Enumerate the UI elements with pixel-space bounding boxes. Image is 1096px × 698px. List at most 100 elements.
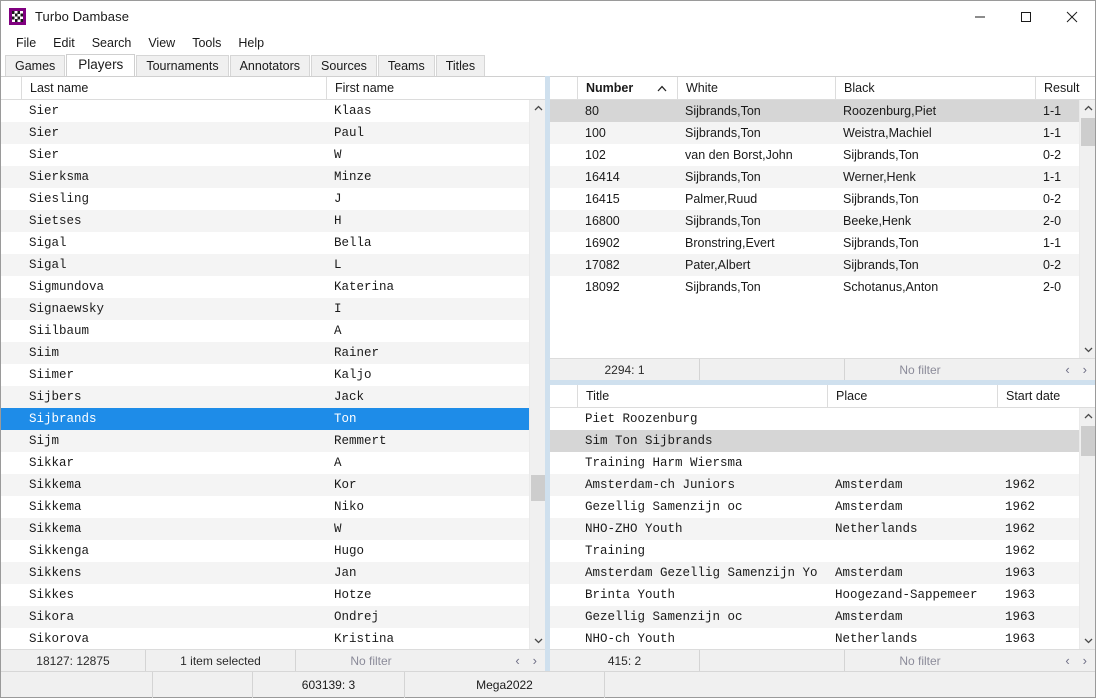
tab-sources[interactable]: Sources — [311, 55, 377, 76]
minimize-button[interactable] — [957, 1, 1003, 32]
column-header-blank[interactable] — [550, 77, 577, 100]
column-header-result[interactable]: Result — [1035, 77, 1095, 100]
table-row[interactable]: Sigal L — [1, 254, 545, 276]
table-row[interactable]: Sijbers Jack — [1, 386, 545, 408]
table-row[interactable]: Training 1962 — [550, 540, 1095, 562]
menu-item-view[interactable]: View — [140, 33, 184, 53]
table-row[interactable]: Sikkema Kor — [1, 474, 545, 496]
table-row[interactable]: Siim Rainer — [1, 342, 545, 364]
table-row[interactable]: 16800 Sijbrands,Ton Beeke,Henk 2-0 — [550, 210, 1095, 232]
players-scroll-thumb[interactable] — [531, 475, 545, 501]
table-row[interactable]: Sier W — [1, 144, 545, 166]
table-row[interactable]: Sijm Remmert — [1, 430, 545, 452]
close-button[interactable] — [1049, 1, 1095, 32]
games-prev-button[interactable]: ‹ — [1065, 362, 1069, 377]
cell-blank — [550, 166, 577, 188]
tab-players[interactable]: Players — [66, 54, 136, 76]
column-header-title[interactable]: Title — [577, 385, 827, 408]
menu-item-search[interactable]: Search — [84, 33, 141, 53]
table-row[interactable]: Sier Paul — [1, 122, 545, 144]
tab-teams[interactable]: Teams — [377, 55, 435, 76]
tab-tournaments[interactable]: Tournaments — [136, 55, 229, 76]
column-header-number[interactable]: Number — [577, 77, 677, 100]
table-row[interactable]: Amsterdam-ch Juniors Amsterdam 1962 — [550, 474, 1095, 496]
games-filter-status[interactable]: No filter — [845, 359, 995, 381]
table-row[interactable]: Sijbrands Ton — [1, 408, 545, 430]
menu-item-tools[interactable]: Tools — [184, 33, 230, 53]
table-row[interactable]: 102 van den Borst,John Sijbrands,Ton 0-2 — [550, 144, 1095, 166]
table-row[interactable]: Sigal Bella — [1, 232, 545, 254]
tournaments-prev-button[interactable]: ‹ — [1065, 653, 1069, 668]
cell-title: Gezellig Samenzijn oc — [585, 610, 743, 624]
table-row[interactable]: Brinta Youth Hoogezand-Sappemeer 1963 — [550, 584, 1095, 606]
table-row[interactable]: Sikkes Hotze — [1, 584, 545, 606]
tab-titles[interactable]: Titles — [435, 55, 486, 76]
table-row[interactable]: 18092 Sijbrands,Ton Schotanus,Anton 2-0 — [550, 276, 1095, 298]
tab-games[interactable]: Games — [5, 55, 66, 76]
column-header-first-name[interactable]: First name — [326, 77, 529, 100]
column-header-start-date[interactable]: Start date — [997, 385, 1085, 408]
table-row[interactable]: Sietses H — [1, 210, 545, 232]
table-row[interactable]: Sikkema W — [1, 518, 545, 540]
cell-blank — [1, 364, 21, 386]
table-row[interactable]: Sikkema Niko — [1, 496, 545, 518]
table-row[interactable]: Sikorova Kristina — [1, 628, 545, 649]
table-row[interactable]: Amsterdam Gezellig Samenzijn Yo Amsterdam… — [550, 562, 1095, 584]
cell-blank — [1, 342, 21, 364]
scroll-down-icon[interactable] — [1080, 342, 1095, 358]
column-header-blank[interactable] — [550, 385, 577, 408]
table-row[interactable]: 100 Sijbrands,Ton Weistra,Machiel 1-1 — [550, 122, 1095, 144]
tournaments-scroll-thumb[interactable] — [1081, 426, 1095, 456]
menu-item-help[interactable]: Help — [230, 33, 273, 53]
menu-item-file[interactable]: File — [8, 33, 45, 53]
table-row[interactable]: Sierksma Minze — [1, 166, 545, 188]
scroll-up-icon[interactable] — [1080, 408, 1095, 424]
table-row[interactable]: NHO-ZHO Youth Netherlands 1962 — [550, 518, 1095, 540]
tournaments-filter-status[interactable]: No filter — [845, 650, 995, 672]
scroll-down-icon[interactable] — [530, 633, 545, 649]
games-next-button[interactable]: › — [1083, 362, 1087, 377]
tournaments-next-button[interactable]: › — [1083, 653, 1087, 668]
players-vertical-scrollbar[interactable] — [529, 100, 545, 649]
players-next-button[interactable]: › — [533, 653, 537, 668]
table-row[interactable]: 80 Sijbrands,Ton Roozenburg,Piet 1-1 — [550, 100, 1095, 122]
table-row[interactable]: Sier Klaas — [1, 100, 545, 122]
tab-annotators[interactable]: Annotators — [229, 55, 311, 76]
table-row[interactable]: Gezellig Samenzijn oc Amsterdam 1962 — [550, 496, 1095, 518]
scroll-up-icon[interactable] — [1080, 100, 1095, 116]
table-row[interactable]: Signaewsky I — [1, 298, 545, 320]
players-filter-status[interactable]: No filter — [296, 650, 446, 672]
column-header-white[interactable]: White — [677, 77, 835, 100]
table-row[interactable]: 16415 Palmer,Ruud Sijbrands,Ton 0-2 — [550, 188, 1095, 210]
table-row[interactable]: Siilbaum A — [1, 320, 545, 342]
scroll-down-icon[interactable] — [1080, 633, 1095, 649]
table-row[interactable]: Siesling J — [1, 188, 545, 210]
table-row[interactable]: Sikkar A — [1, 452, 545, 474]
column-header-blank[interactable] — [1, 77, 21, 100]
table-row[interactable]: 16414 Sijbrands,Ton Werner,Henk 1-1 — [550, 166, 1095, 188]
column-header-last-name[interactable]: Last name — [21, 77, 326, 100]
table-row[interactable]: Sim Ton Sijbrands — [550, 430, 1095, 452]
table-row[interactable]: 16902 Bronstring,Evert Sijbrands,Ton 1-1 — [550, 232, 1095, 254]
table-row[interactable]: Siimer Kaljo — [1, 364, 545, 386]
table-row[interactable]: Training Harm Wiersma — [550, 452, 1095, 474]
table-row[interactable]: NHO-ch Youth Netherlands 1963 — [550, 628, 1095, 649]
cell-white: Bronstring,Evert — [685, 236, 775, 250]
column-header-black[interactable]: Black — [835, 77, 1035, 100]
menu-item-edit[interactable]: Edit — [45, 33, 84, 53]
table-row[interactable]: Gezellig Samenzijn oc Amsterdam 1963 — [550, 606, 1095, 628]
cell-white: Pater,Albert — [685, 258, 751, 272]
games-scroll-thumb[interactable] — [1081, 118, 1095, 146]
table-row[interactable]: Sikkenga Hugo — [1, 540, 545, 562]
table-row[interactable]: 17082 Pater,Albert Sijbrands,Ton 0-2 — [550, 254, 1095, 276]
table-row[interactable]: Piet Roozenburg — [550, 408, 1095, 430]
table-row[interactable]: Sikora Ondrej — [1, 606, 545, 628]
column-header-place[interactable]: Place — [827, 385, 997, 408]
table-row[interactable]: Sikkens Jan — [1, 562, 545, 584]
tournaments-vertical-scrollbar[interactable] — [1079, 408, 1095, 649]
players-prev-button[interactable]: ‹ — [515, 653, 519, 668]
scroll-up-icon[interactable] — [530, 100, 545, 116]
maximize-button[interactable] — [1003, 1, 1049, 32]
table-row[interactable]: Sigmundova Katerina — [1, 276, 545, 298]
games-vertical-scrollbar[interactable] — [1079, 100, 1095, 358]
